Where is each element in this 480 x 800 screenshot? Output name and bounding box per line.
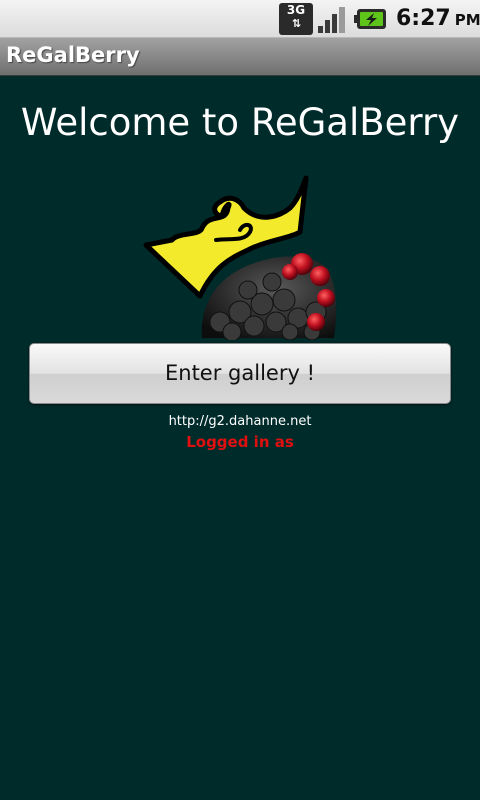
welcome-heading: Welcome to ReGalBerry <box>20 101 460 144</box>
crowned-berry-logo <box>143 175 337 340</box>
app-title-bar: ReGalBerry <box>0 38 480 76</box>
login-status-text: Logged in as <box>186 433 294 451</box>
data-activity-arrows: ⇅ <box>291 17 301 30</box>
gallery-server-url: http://g2.dahanne.net <box>168 414 312 429</box>
network-3g-icon: 3G ⇅ <box>279 3 313 35</box>
clock: 6:27 PM <box>396 6 480 31</box>
clock-ampm: PM <box>454 11 480 29</box>
signal-strength-icon <box>318 7 345 33</box>
app-title: ReGalBerry <box>6 43 140 67</box>
status-bar: 3G ⇅ 6:27 PM <box>0 0 480 38</box>
enter-gallery-button[interactable]: Enter gallery ! <box>29 343 451 404</box>
network-type-label: 3G <box>286 3 306 17</box>
battery-charging-icon <box>354 9 386 29</box>
clock-time: 6:27 <box>396 6 451 31</box>
